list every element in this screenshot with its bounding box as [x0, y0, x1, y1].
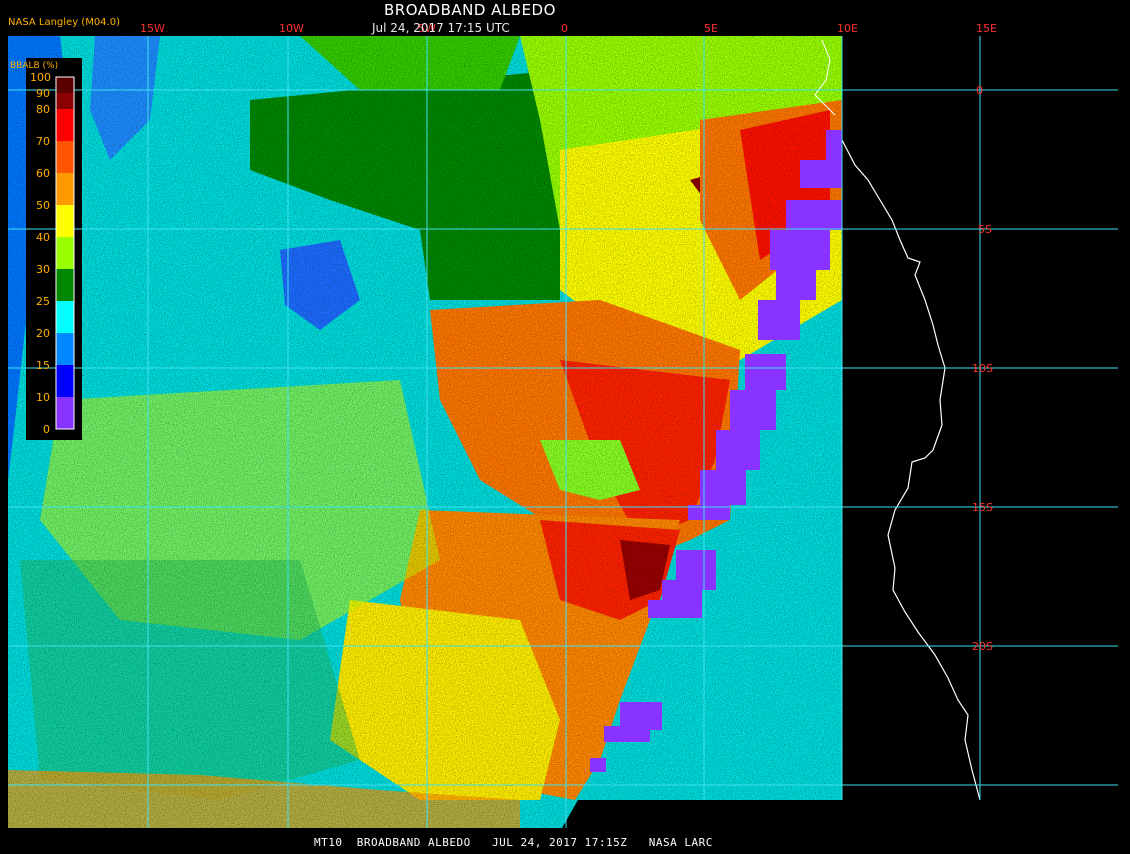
colorbar-tick: 100 — [30, 71, 51, 84]
colorbar-swatch — [56, 77, 74, 93]
colorbar-tick: 50 — [36, 199, 50, 212]
colorbar-tick: 10 — [36, 391, 50, 404]
colorbar-tick: 90 — [36, 87, 50, 100]
colorbar-swatch — [56, 397, 74, 429]
albedo-image: 15W 10W 5W 0 5E 10E 15E 0 5S 10S 15S 20S… — [0, 0, 1130, 850]
footer-caption: MT10 BROADBAND ALBEDO JUL 24, 2017 17:15… — [314, 836, 713, 849]
colorbar-tick: 0 — [43, 423, 50, 436]
colorbar-tick: 30 — [36, 263, 50, 276]
colorbar-swatch — [56, 173, 74, 205]
colorbar-tick: 80 — [36, 103, 50, 116]
colorbar-title: BBALB (%) — [10, 61, 59, 71]
lon-label: 15W — [140, 22, 165, 35]
coastline — [841, 139, 981, 801]
lon-label: 15E — [976, 22, 997, 35]
colorbar-tick: 70 — [36, 135, 50, 148]
lat-label: 15S — [972, 501, 993, 514]
lon-label: 10E — [837, 22, 858, 35]
colorbar-swatch — [56, 365, 74, 397]
lat-label: 5S — [978, 223, 992, 236]
map-datetime: Jul 24, 2017 17:15 UTC — [372, 21, 510, 35]
lon-label: 5E — [704, 22, 718, 35]
lat-label: 20S — [972, 640, 993, 653]
lon-label: 10W — [279, 22, 304, 35]
colorbar-tick: 15 — [36, 359, 50, 372]
colorbar-swatch — [56, 141, 74, 173]
colorbar-tick: 60 — [36, 167, 50, 180]
colorbar-swatches — [55, 76, 75, 430]
colorbar-tick: 25 — [36, 295, 50, 308]
albedo-map: 15W 10W 5W 0 5E 10E 15E 0 5S 10S 15S 20S — [8, 22, 1118, 828]
albedo-swath — [8, 36, 842, 828]
colorbar-swatch — [56, 301, 74, 333]
lon-label: 0 — [561, 22, 568, 35]
colorbar-tick: 40 — [36, 231, 50, 244]
colorbar-swatch — [56, 269, 74, 301]
colorbar-swatch — [56, 93, 74, 109]
colorbar-swatch — [56, 237, 74, 269]
data-source-label: NASA Langley (M04.0) — [8, 17, 120, 28]
lat-label: 10S — [972, 362, 993, 375]
colorbar-swatch — [56, 109, 74, 141]
map-title: BROADBAND ALBEDO — [384, 1, 556, 19]
lat-label: 0 — [976, 84, 983, 97]
colorbar-tick: 20 — [36, 327, 50, 340]
colorbar-swatch — [56, 205, 74, 237]
colorbar-swatch — [56, 333, 74, 365]
